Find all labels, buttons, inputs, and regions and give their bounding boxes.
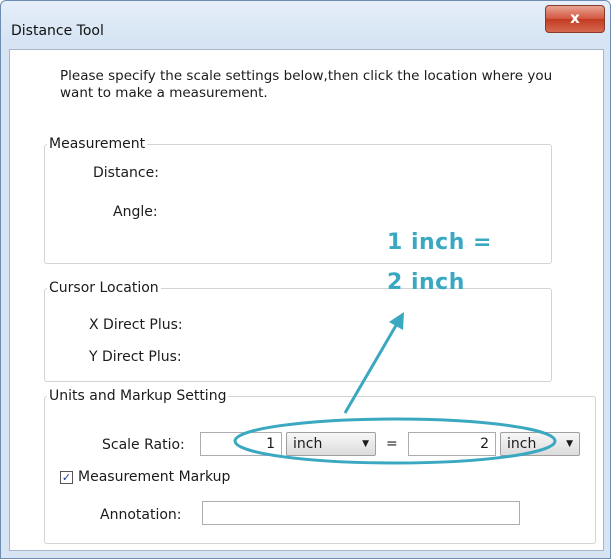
callout-overlay <box>233 312 557 465</box>
highlight-ellipse <box>233 417 557 465</box>
callout-arrow-line <box>343 321 400 414</box>
